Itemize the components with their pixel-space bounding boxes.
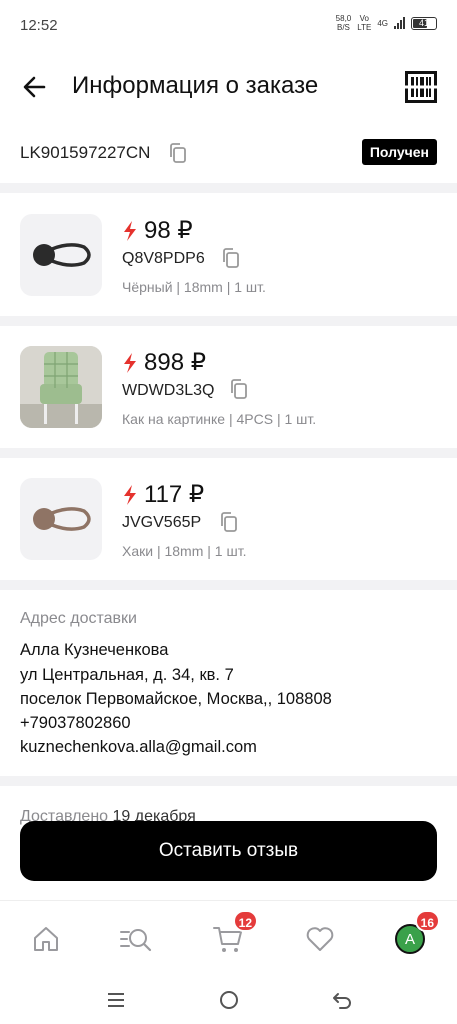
network-speed: 58,0 B/S: [336, 14, 352, 32]
order-item[interactable]: 898 ₽ WDWD3L3Q Как на картинке | 4PCS | …: [0, 333, 457, 453]
item-sku: Q8V8PDP6: [122, 250, 205, 267]
address-street: ул Центральная, д. 34, кв. 7: [20, 666, 234, 684]
address-city: поселок Первомайское, Москва,, 108808: [20, 690, 332, 708]
avatar-letter: A: [404, 930, 415, 948]
arrow-left-icon: [23, 76, 46, 98]
item-sku: WDWD3L3Q: [122, 382, 215, 399]
divider: [0, 183, 457, 193]
divider: [0, 580, 457, 590]
status-time: 12:52: [20, 17, 58, 34]
bottom-tab-bar: 12 A 16: [0, 900, 457, 976]
profile-badge: 16: [414, 910, 440, 932]
page-title: Информация о заказе: [72, 72, 319, 99]
network-speed-unit: B/S: [337, 23, 350, 32]
item-price: 898 ₽: [144, 349, 206, 376]
item-properties: Как на картинке | 4PCS | 1 шт.: [122, 411, 317, 427]
khaki-elastic-button-loop-image: [33, 507, 91, 531]
green-checked-chair-cover-image: [20, 346, 102, 428]
catalog-search-icon: [120, 929, 152, 952]
leave-review-button[interactable]: Оставить отзыв: [20, 821, 437, 881]
item-price: 98 ₽: [144, 217, 193, 244]
status-badge: Получен: [361, 139, 437, 165]
recipient-phone: +79037802860: [20, 714, 131, 732]
tab-home[interactable]: [26, 919, 66, 959]
copy-icon: [170, 143, 186, 163]
address-label: Адрес доставки: [20, 610, 137, 627]
home-button[interactable]: [217, 988, 241, 1012]
tab-profile[interactable]: A 16: [390, 910, 440, 959]
price-row: 98 ₽: [122, 216, 193, 245]
copy-sku-button[interactable]: [218, 511, 240, 533]
order-item[interactable]: 98 ₽ Q8V8PDP6 Чёрный | 18mm | 1 шт.: [0, 201, 457, 321]
copy-sku-button[interactable]: [220, 247, 242, 269]
battery-icon: 41: [411, 16, 437, 30]
tab-catalog[interactable]: [116, 919, 156, 959]
back-button[interactable]: [20, 72, 50, 102]
status-bar: 12:52 58,0 B/S Vo LTE 4G 41: [0, 0, 457, 52]
volte-bottom: LTE: [357, 23, 372, 32]
lightning-icon: [124, 352, 136, 373]
lightning-icon: [124, 220, 136, 241]
system-navigation-bar: [0, 976, 457, 1024]
black-elastic-button-loop-image: [33, 243, 91, 267]
item-properties: Хаки | 18mm | 1 шт.: [122, 543, 247, 559]
product-image[interactable]: [20, 214, 102, 296]
lightning-icon: [124, 484, 136, 505]
copy-order-id-button[interactable]: [167, 142, 189, 164]
copy-sku-button[interactable]: [228, 378, 250, 400]
network-type: 4G: [377, 18, 388, 28]
circle-icon: [220, 991, 238, 1009]
divider: [0, 776, 457, 786]
copy-icon: [223, 248, 239, 268]
recipient-name: Алла Кузнеченкова: [20, 641, 169, 659]
barcode-button[interactable]: [404, 70, 438, 104]
price-row: 117 ₽: [122, 480, 204, 509]
heart-icon: [306, 927, 334, 951]
back-system-button[interactable]: [330, 988, 354, 1012]
network-speed-value: 58,0: [335, 14, 352, 23]
divider: [0, 448, 457, 458]
back-arrow-icon: [333, 993, 351, 1009]
order-line: LK901597227CN Получен: [0, 138, 457, 168]
tab-favorites[interactable]: [300, 919, 340, 959]
recent-apps-button[interactable]: [104, 988, 128, 1012]
barcode-icon: [405, 71, 437, 103]
volte-indicator: Vo LTE: [357, 14, 371, 32]
price-row: 898 ₽: [122, 348, 206, 377]
item-sku: JVGV565P: [122, 514, 202, 531]
menu-icon: [108, 993, 124, 1007]
battery-level: 41: [418, 17, 429, 28]
product-image[interactable]: [20, 346, 102, 428]
copy-icon: [231, 379, 247, 399]
signal-icon: [394, 17, 405, 29]
copy-icon: [221, 512, 237, 532]
recipient-email: kuznechenkova.alla@gmail.com: [20, 738, 257, 756]
tab-cart[interactable]: 12: [208, 910, 258, 959]
divider: [0, 316, 457, 326]
header: Информация о заказе: [0, 60, 457, 112]
home-icon: [34, 927, 58, 951]
order-item[interactable]: 117 ₽ JVGV565P Хаки | 18mm | 1 шт.: [0, 465, 457, 585]
order-id: LK901597227CN: [20, 143, 151, 162]
product-image[interactable]: [20, 478, 102, 560]
status-indicators: 58,0 B/S Vo LTE 4G 41: [336, 14, 437, 32]
cart-badge: 12: [232, 910, 258, 932]
item-price: 117 ₽: [144, 481, 205, 508]
volte-top: Vo: [359, 14, 369, 23]
item-properties: Чёрный | 18mm | 1 шт.: [122, 279, 266, 295]
